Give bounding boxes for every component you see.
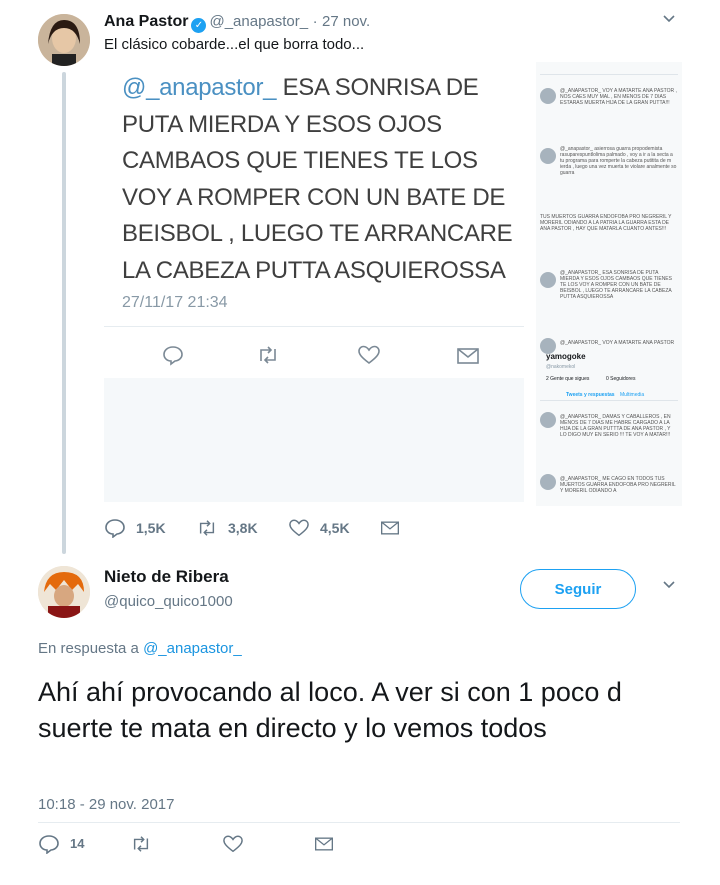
verified-icon: ✓ [191, 18, 207, 33]
embedded-date: 27/11/17 21:34 [122, 294, 228, 311]
chevron-down-icon[interactable] [662, 12, 676, 31]
side-snippet-7: @_anapastor_ ME CAGO EN TODOS TUS MUERTO… [560, 476, 676, 494]
side-snippet-6: @_anapastor_ DAMAS Y CABALLEROS , EN MEN… [560, 414, 671, 438]
dm-icon [456, 346, 480, 366]
reply-button[interactable] [104, 518, 126, 538]
reply-count: 1,5K [136, 520, 166, 536]
embedded-profile-screenshot: @_anapastor_ VOY A MATARTE ANA PASTOR , … [536, 62, 682, 506]
tweet-header: Ana Pastor ✓ @_anapastor_ · 27 nov. [104, 13, 370, 33]
reply-handle-link[interactable]: @_anapastor_ [143, 640, 242, 657]
author-name[interactable]: Ana Pastor [104, 13, 188, 30]
tweet-text-2: Ahí ahí provocando al loco. A ver si con… [38, 677, 622, 743]
reply-context: En respuesta a @_anapastor_ [38, 640, 242, 657]
like-button[interactable] [288, 518, 310, 538]
embedded-mention: @_anapastor_ [122, 74, 277, 101]
dm-button[interactable] [380, 519, 400, 537]
side-profile-name: yamogoke [546, 352, 586, 361]
side-tab-media: Multimedia [620, 392, 645, 398]
author-name-2[interactable]: Nieto de Ribera [104, 567, 229, 587]
embedded-tweet-text: @_anapastor_ ESA SONRISA DE PUTA MIERDA … [122, 70, 522, 289]
thread-line [62, 72, 66, 554]
author-handle-2[interactable]: @quico_quico1000 [104, 593, 233, 610]
side-following: 2 Gente que sigues [546, 376, 590, 382]
side-snippet-3: TUS MUERTOS GUARRA ENDOFOBA PRO NEGRERIL… [540, 214, 672, 232]
like-button[interactable] [222, 834, 244, 854]
reply-prefix: En respuesta a [38, 640, 139, 657]
embedded-body: ESA SONRISA DE PUTA MIERDA Y ESOS OJOS C… [122, 74, 513, 284]
avatar-nieto-de-ribera[interactable] [38, 566, 90, 618]
tweet-actions-2: 14 [38, 834, 358, 856]
reply-count-2: 14 [70, 836, 85, 851]
dm-button[interactable] [314, 835, 334, 853]
follow-button[interactable]: Seguir [520, 569, 636, 609]
retweet-button[interactable] [196, 518, 218, 538]
divider [38, 822, 680, 823]
side-snippet-4: @_anapastor_ ESA SONRISA DE PUTA MIERDA … [560, 270, 672, 300]
separator-dot: · [312, 13, 318, 30]
side-snippet-1: @_anapastor_ VOY A MATARTE ANA PASTOR , … [560, 88, 677, 106]
reply-button[interactable] [38, 834, 60, 854]
tweet-timestamp[interactable]: 10:18 - 29 nov. 2017 [38, 796, 175, 813]
side-tab-tweets: Tweets y respuestas [566, 392, 615, 398]
retweet-count: 3,8K [228, 520, 258, 536]
side-snippet-2: @_anapastor_ asierrosa guarra propodemis… [560, 146, 677, 176]
side-snippet-5: @_anapastor_ VOY A MATARTE ANA PASTOR [560, 340, 675, 346]
avatar-ana-pastor[interactable] [38, 14, 90, 66]
tweet-date[interactable]: 27 nov. [322, 13, 370, 30]
chevron-down-icon[interactable] [662, 578, 676, 597]
retweet-icon [256, 344, 280, 366]
retweet-button[interactable] [130, 834, 152, 854]
divider [104, 326, 524, 327]
side-profile-handle: @nakomekol [546, 364, 576, 370]
reply-icon [162, 344, 184, 366]
side-followers: 0 Seguidores [606, 376, 636, 382]
tweet-text: El clásico cobarde...el que borra todo..… [104, 36, 365, 53]
tweet-actions: 1,5K 3,8K 4,5K [104, 518, 524, 540]
embedded-tweet-image[interactable]: @_anapastor_ ESA SONRISA DE PUTA MIERDA … [104, 62, 524, 502]
author-name[interactable]: Nieto de Ribera [104, 567, 229, 586]
like-icon [357, 344, 381, 366]
like-count: 4,5K [320, 520, 350, 536]
author-handle[interactable]: @_anapastor_ [209, 13, 308, 30]
